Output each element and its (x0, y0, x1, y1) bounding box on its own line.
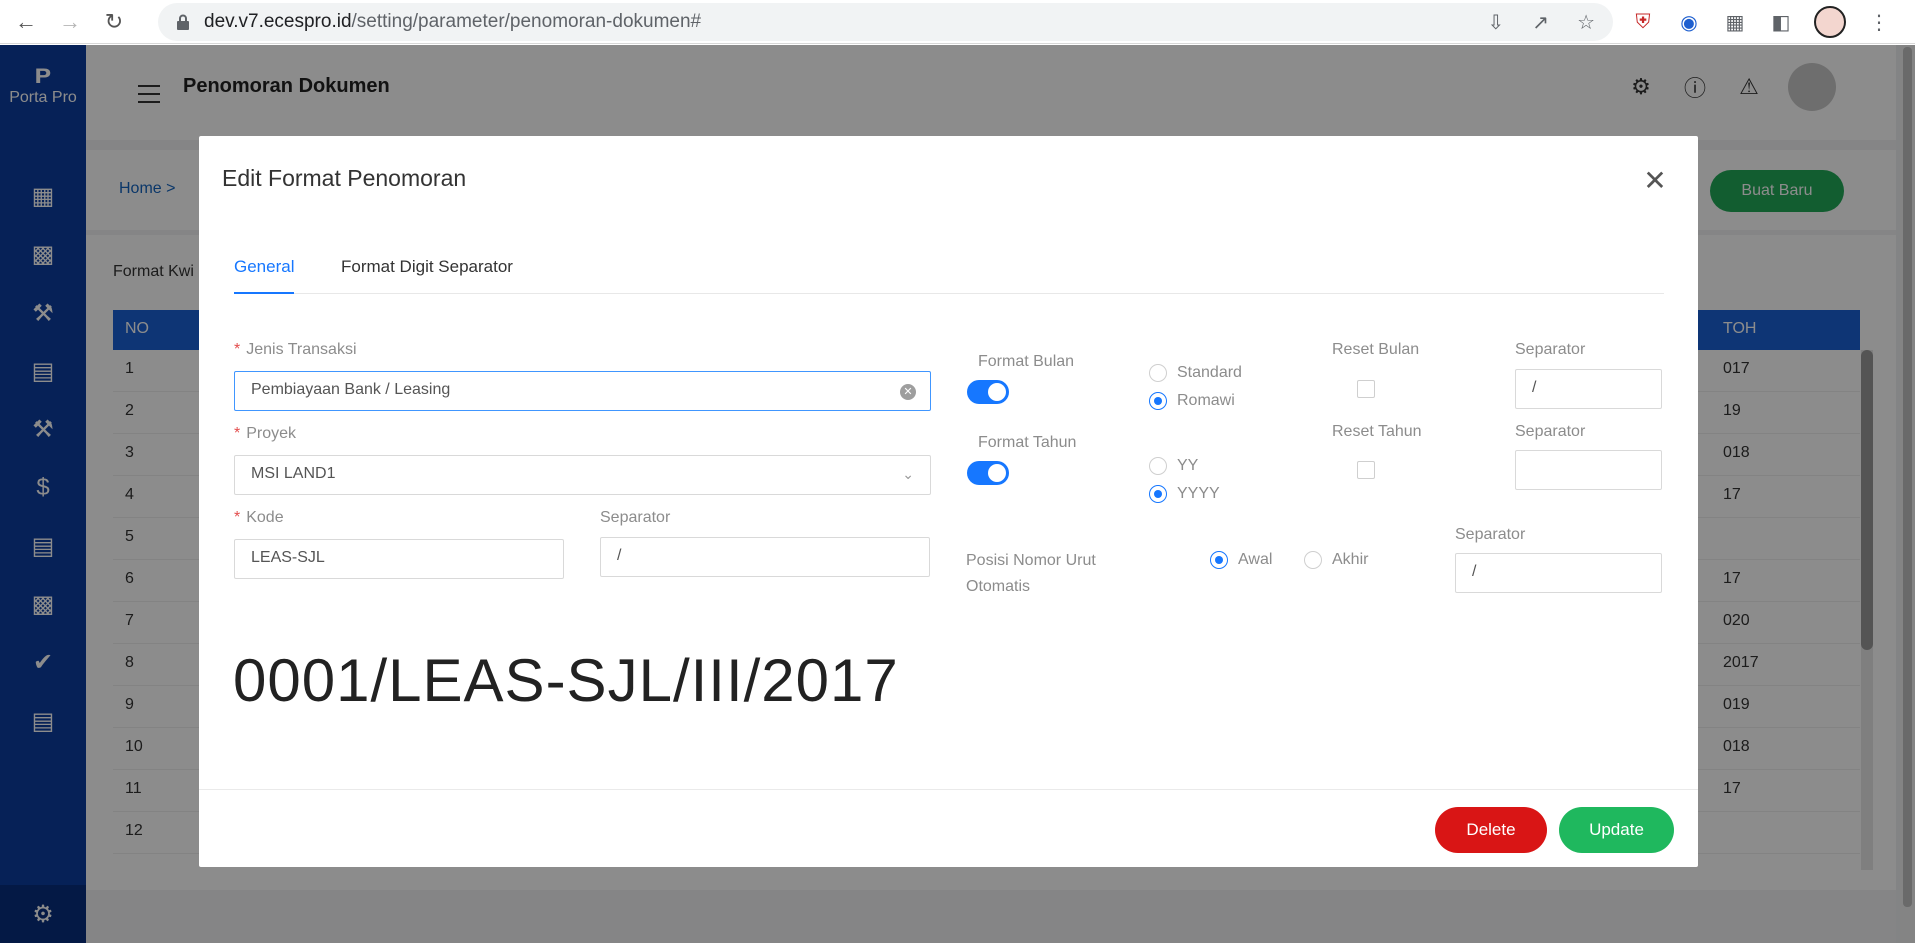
number-format-preview: 0001/LEAS-SJL/III/2017 (233, 647, 899, 714)
reload-icon[interactable]: ↻ (96, 4, 132, 40)
proyek-label: * Proyek (234, 425, 297, 442)
posisi-separator-label: Separator (1455, 526, 1526, 543)
reset-bulan-checkbox[interactable] (1357, 380, 1375, 398)
profile-avatar[interactable] (1814, 6, 1846, 38)
radio-romawi[interactable]: Romawi (1149, 392, 1235, 410)
format-tahun-label: Format Tahun (978, 434, 1077, 451)
kode-separator-input[interactable]: / (600, 537, 930, 577)
extensions-puzzle-icon[interactable]: ▦ (1722, 9, 1748, 35)
side-panel-icon[interactable]: ◧ (1768, 9, 1794, 35)
radio-yy-dot[interactable] (1149, 457, 1167, 475)
edit-format-modal: Edit Format Penomoran ✕ General Format D… (199, 136, 1698, 867)
radio-romawi-dot[interactable] (1149, 392, 1167, 410)
reset-tahun-checkbox[interactable] (1357, 461, 1375, 479)
browser-toolbar: ← → ↻ dev.v7.ecespro.id/setting/paramete… (0, 0, 1915, 44)
format-tahun-toggle[interactable] (967, 461, 1009, 485)
reset-bulan-label: Reset Bulan (1332, 341, 1420, 358)
tahun-separator-input[interactable] (1515, 450, 1662, 490)
chevron-down-icon: ⌄ (902, 466, 914, 482)
posisi-separator-input[interactable]: / (1455, 553, 1662, 593)
share-icon[interactable]: ↗ (1532, 10, 1549, 35)
jenis-transaksi-value: Pembiayaan Bank / Leasing (251, 381, 451, 398)
update-button[interactable]: Update (1559, 807, 1674, 853)
radio-akhir-dot[interactable] (1304, 551, 1322, 569)
kode-separator-label: Separator (600, 509, 671, 526)
modal-title: Edit Format Penomoran (222, 165, 467, 191)
radio-awal-dot[interactable] (1210, 551, 1228, 569)
extension-circle-icon[interactable]: ◉ (1676, 9, 1702, 35)
format-bulan-label: Format Bulan (978, 353, 1075, 370)
reset-tahun-label: Reset Tahun (1332, 423, 1422, 440)
url-text: dev.v7.ecespro.id/setting/parameter/peno… (204, 11, 702, 32)
radio-yy[interactable]: YY (1149, 457, 1198, 475)
tab-general[interactable]: General (234, 246, 295, 294)
tab-bar: General Format Digit Separator (234, 246, 1664, 294)
forward-icon[interactable]: → (52, 4, 88, 40)
jenis-transaksi-select[interactable]: Pembiayaan Bank / Leasing ✕ (234, 371, 931, 411)
proyek-value: MSI LAND1 (251, 465, 336, 482)
proyek-select[interactable]: MSI LAND1 ⌄ (234, 455, 931, 495)
radio-standard[interactable]: Standard (1149, 364, 1242, 382)
format-bulan-toggle[interactable] (967, 380, 1009, 404)
footer-divider (199, 789, 1698, 790)
browser-menu-icon[interactable]: ⋮ (1866, 9, 1892, 35)
lock-icon (176, 14, 190, 30)
back-icon[interactable]: ← (8, 4, 44, 40)
extension-shield-icon[interactable]: ⛨ (1630, 9, 1656, 35)
star-icon[interactable]: ☆ (1577, 10, 1595, 35)
install-icon[interactable]: ⇩ (1488, 10, 1505, 35)
radio-awal[interactable]: Awal (1210, 551, 1272, 569)
close-icon[interactable]: ✕ (1640, 166, 1670, 196)
clear-icon[interactable]: ✕ (900, 384, 916, 400)
kode-input[interactable]: LEAS-SJL (234, 539, 564, 579)
radio-standard-dot[interactable] (1149, 364, 1167, 382)
delete-button[interactable]: Delete (1435, 807, 1547, 853)
tahun-separator-label: Separator (1515, 423, 1586, 440)
radio-yyyy[interactable]: YYYY (1149, 485, 1220, 503)
jenis-transaksi-label: * Jenis Transaksi (234, 341, 357, 358)
kode-label: * Kode (234, 509, 284, 526)
bulan-separator-label: Separator (1515, 341, 1586, 358)
radio-yyyy-dot[interactable] (1149, 485, 1167, 503)
posisi-label: Posisi Nomor Urut Otomatis (966, 552, 1096, 595)
radio-akhir[interactable]: Akhir (1304, 551, 1368, 569)
bulan-separator-input[interactable]: / (1515, 369, 1662, 409)
address-bar[interactable]: dev.v7.ecespro.id/setting/parameter/peno… (158, 3, 1613, 41)
tab-format-digit-separator[interactable]: Format Digit Separator (341, 246, 513, 294)
